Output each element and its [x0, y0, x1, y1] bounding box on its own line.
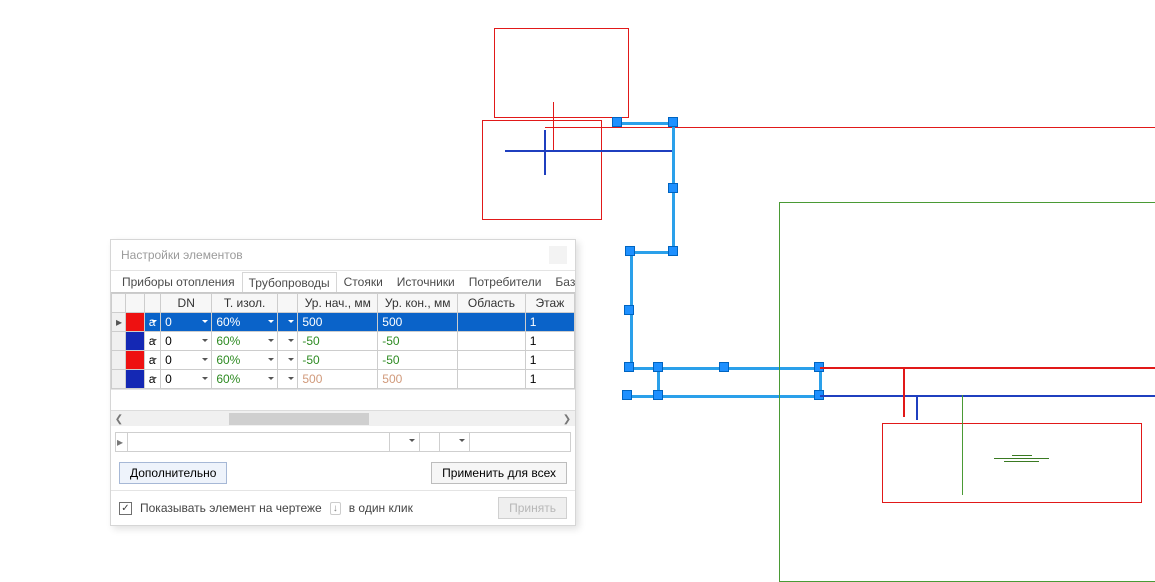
grid-header[interactable] [112, 294, 126, 313]
selection-handle[interactable] [622, 390, 632, 400]
show-on-drawing-label: Показывать элемент на чертеже [140, 501, 322, 515]
tab-sources[interactable]: Источники [390, 271, 462, 292]
selection-handle[interactable] [624, 362, 634, 372]
secondary-combo-row: ▸ [115, 432, 571, 452]
red-pipe [553, 102, 554, 150]
apply-all-button[interactable]: Применить для всех [431, 462, 567, 484]
selection-handle[interactable] [668, 117, 678, 127]
green-line [962, 395, 963, 495]
red-rect [494, 28, 629, 118]
selection-handle[interactable] [625, 246, 635, 256]
more-button[interactable]: Дополнительно [119, 462, 227, 484]
red-pipe [545, 127, 1155, 128]
grid-header-region[interactable]: Область [458, 294, 526, 313]
grid-header-tizol[interactable]: Т. изол. [212, 294, 278, 313]
scroll-thumb[interactable] [229, 413, 369, 425]
selection-handle[interactable] [668, 246, 678, 256]
accept-button: Принять [498, 497, 567, 519]
settings-panel: Настройки элементов Приборы отопления Тр… [110, 239, 576, 526]
panel-title: Настройки элементов [121, 248, 243, 262]
blue-pipe [820, 395, 1155, 397]
red-rect [482, 120, 602, 220]
blue-pipe [916, 395, 918, 420]
grid-header-dn[interactable]: DN [161, 294, 212, 313]
selection-handle[interactable] [624, 305, 634, 315]
show-on-drawing-checkbox[interactable]: ✓ [119, 502, 132, 515]
grid-header[interactable] [126, 294, 144, 313]
grid-horizontal-scrollbar[interactable]: ❮ ❯ [111, 410, 575, 426]
one-click-label: в один клик [349, 501, 413, 515]
grid-header-floor[interactable]: Этаж [525, 294, 574, 313]
table-row[interactable]: а060%5005001 [112, 370, 575, 389]
selection-handle[interactable] [612, 117, 622, 127]
table-row[interactable]: а060%-50-501 [112, 332, 575, 351]
grid-header-lvl-start[interactable]: Ур. нач., мм [298, 294, 378, 313]
selection-handle[interactable] [668, 183, 678, 193]
grid-header-lvl-end[interactable]: Ур. кон., мм [378, 294, 458, 313]
tab-heating-devices[interactable]: Приборы отопления [115, 271, 242, 292]
pipes-grid[interactable]: DN Т. изол. Ур. нач., мм Ур. кон., мм Об… [111, 292, 575, 390]
tab-base[interactable]: Базовые то [548, 271, 575, 292]
grid-header-row: DN Т. изол. Ур. нач., мм Ур. кон., мм Об… [112, 294, 575, 313]
scroll-left-icon[interactable]: ❮ [111, 411, 127, 427]
selection-handle[interactable] [653, 390, 663, 400]
selection-handle[interactable] [719, 362, 729, 372]
red-pipe [820, 367, 1155, 369]
row-expand-icon[interactable]: ▸ [116, 433, 128, 451]
combo-2[interactable] [440, 433, 470, 451]
green-rect [779, 202, 1155, 582]
combo-1[interactable] [390, 433, 420, 451]
table-row[interactable]: а060%-50-501 [112, 351, 575, 370]
tab-pipes[interactable]: Трубопроводы [242, 272, 337, 292]
cursor-icon: ↓ [330, 502, 341, 515]
grid-header[interactable] [144, 294, 160, 313]
tab-strip: Приборы отопления Трубопроводы Стояки Ис… [111, 270, 575, 292]
drawing-label [994, 453, 1049, 467]
table-row[interactable]: ▸а060%5005001 [112, 313, 575, 332]
blue-pipe [544, 130, 546, 175]
selected-pipe[interactable] [617, 122, 675, 125]
tab-risers[interactable]: Стояки [337, 271, 390, 292]
panel-close-button[interactable] [549, 246, 567, 264]
scroll-right-icon[interactable]: ❯ [559, 411, 575, 427]
blue-pipe [505, 150, 675, 152]
selection-handle[interactable] [653, 362, 663, 372]
tab-consumers[interactable]: Потребители [462, 271, 549, 292]
red-pipe [903, 367, 905, 417]
